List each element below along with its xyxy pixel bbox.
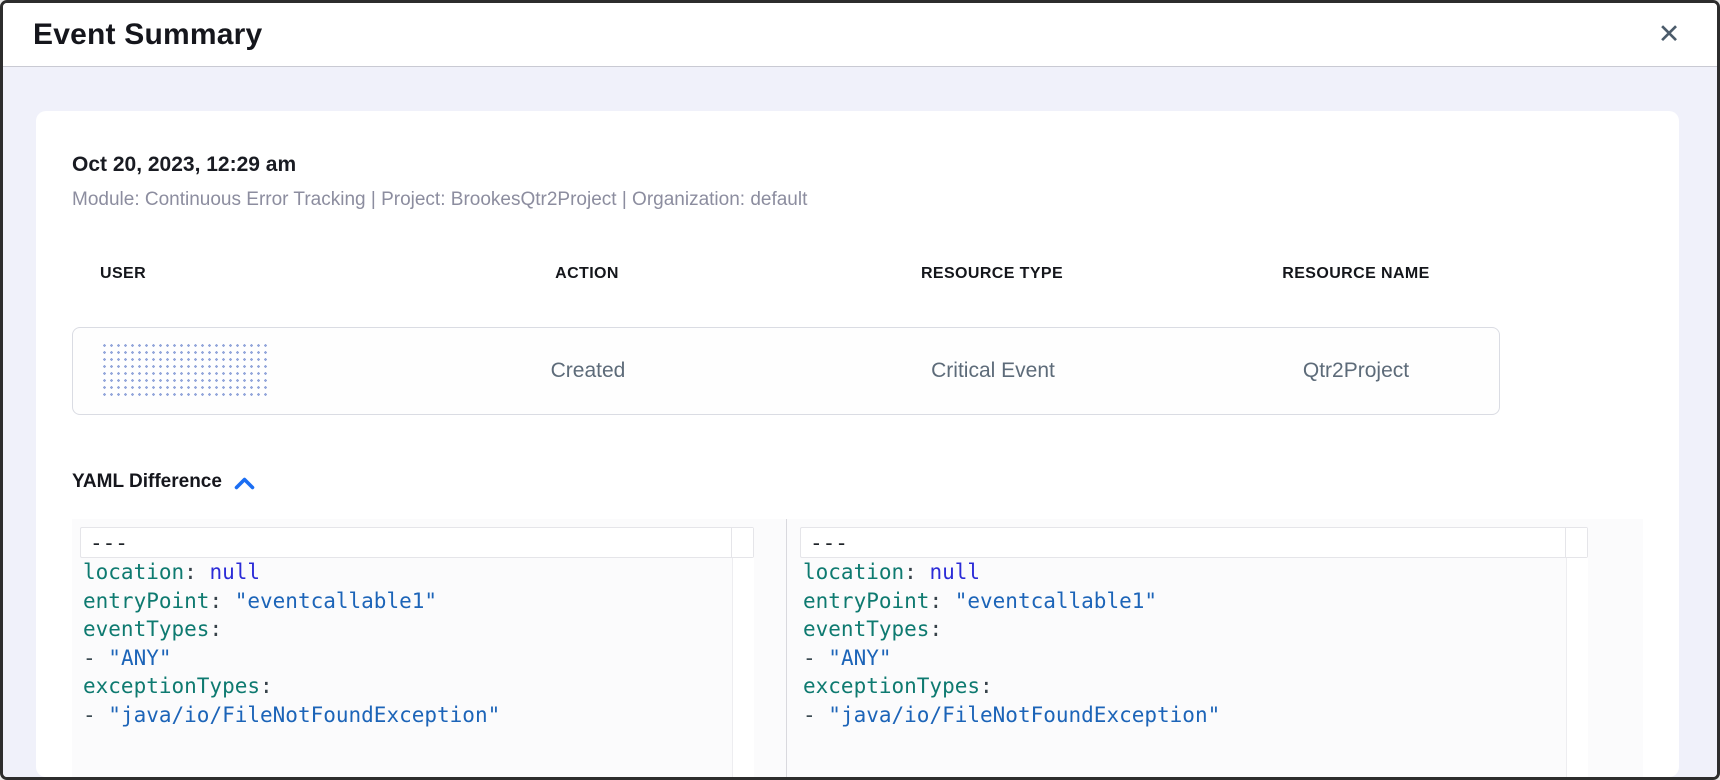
user-redacted-pattern [101,342,271,400]
diff-scrollbar-gutter[interactable] [1565,528,1587,557]
audit-table-header-row: USER ACTION RESOURCE TYPE RESOURCE NAME [72,265,1500,283]
yaml-pane-left[interactable]: --- location: nullentryPoint: "eventcalla… [72,519,786,777]
diff-first-line-box: --- [80,527,754,558]
resource-name-cell: Qtr2Project [1213,359,1499,383]
event-card: Oct 20, 2023, 12:29 am Module: Continuou… [36,111,1679,777]
code-line: exceptionTypes: [80,672,786,701]
column-header-resource-name: RESOURCE NAME [1212,265,1500,283]
diff-first-line-box: --- [800,527,1588,558]
code-line: - "java/io/FileNotFoundException" [800,701,1643,730]
yaml-doc-separator: --- [810,531,848,555]
resource-type-cell: Critical Event [773,359,1213,383]
modal-title: Event Summary [33,18,262,52]
event-timestamp: Oct 20, 2023, 12:29 am [72,153,1643,177]
column-header-user: USER [72,265,402,283]
user-cell [73,342,403,400]
code-line: eventTypes: [80,615,786,644]
chevron-up-icon [234,476,255,490]
code-line: entryPoint: "eventcallable1" [800,587,1643,616]
code-line: - "java/io/FileNotFoundException" [80,701,786,730]
yaml-doc-separator: --- [90,531,128,555]
modal-header: Event Summary ✕ [3,3,1717,67]
event-summary-modal: Event Summary ✕ Oct 20, 2023, 12:29 am M… [0,0,1720,780]
column-header-action: ACTION [402,265,772,283]
yaml-pane-right[interactable]: --- location: nullentryPoint: "eventcalla… [786,519,1643,777]
event-table-row: Created Critical Event Qtr2Project [72,327,1500,415]
code-line: - "ANY" [80,644,786,673]
code-line: location: null [80,558,786,587]
code-line: exceptionTypes: [800,672,1643,701]
yaml-difference-label: YAML Difference [72,471,222,493]
code-line: - "ANY" [800,644,1643,673]
yaml-difference-toggle[interactable]: YAML Difference [72,471,255,493]
diff-scrollbar-gutter[interactable] [731,528,753,557]
yaml-diff-container: ---location: nullentryPoint: "eventcalla… [72,519,1643,777]
close-button[interactable]: ✕ [1651,17,1687,53]
column-header-resource-type: RESOURCE TYPE [772,265,1212,283]
code-line: location: null [800,558,1643,587]
event-meta: Module: Continuous Error Tracking | Proj… [72,189,1643,211]
action-cell: Created [403,359,773,383]
code-line: eventTypes: [800,615,1643,644]
close-icon: ✕ [1658,21,1681,48]
modal-body: Oct 20, 2023, 12:29 am Module: Continuou… [3,67,1717,777]
code-line: entryPoint: "eventcallable1" [80,587,786,616]
